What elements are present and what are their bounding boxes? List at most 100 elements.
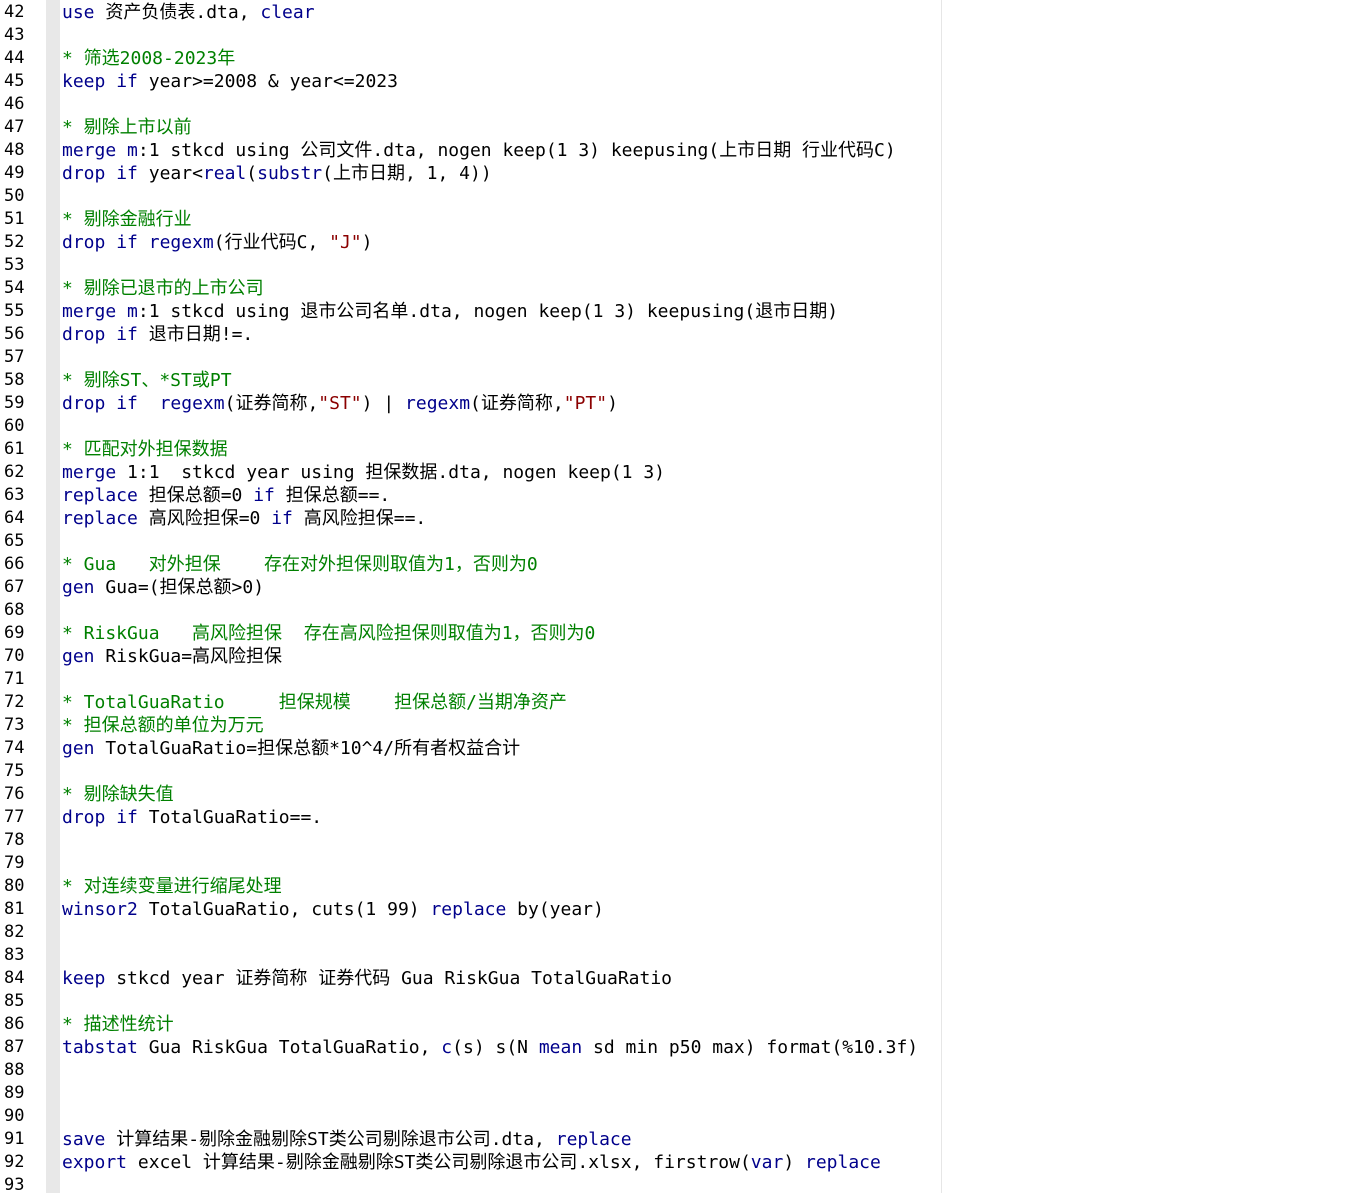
line-number: 57: [4, 347, 25, 367]
code-line[interactable]: 69 * RiskGua 高风险担保 存在高风险担保则取值为1，否则为0: [0, 622, 1362, 645]
keyword-token: if: [271, 508, 293, 529]
comment-token: * Gua 对外担保 存在对外担保则取值为1，否则为0: [62, 554, 538, 575]
code-line[interactable]: 80 * 对连续变量进行缩尾处理: [0, 875, 1362, 898]
line-code: drop if year<real(substr(上市日期, 1, 4)): [62, 162, 492, 185]
line-code: save 计算结果-剔除金融剔除ST类公司剔除退市公司.dta, replace: [62, 1128, 632, 1151]
comment-token: * 对连续变量进行缩尾处理: [62, 876, 282, 897]
line-number: 50: [4, 186, 25, 206]
code-line[interactable]: 87 tabstat Gua RiskGua TotalGuaRatio, c(s…: [0, 1036, 1362, 1059]
code-line[interactable]: 81 winsor2 TotalGuaRatio, cuts(1 99) repl…: [0, 898, 1362, 921]
line-number: 51: [4, 209, 25, 229]
code-line[interactable]: 53: [0, 254, 1362, 277]
code-line[interactable]: 92 export excel 计算结果-剔除金融剔除ST类公司剔除退市公司.xl…: [0, 1151, 1362, 1174]
code-line[interactable]: 84 keep stkcd year 证券简称 证券代码 Gua RiskGua …: [0, 967, 1362, 990]
code-line[interactable]: 55 merge m:1 stkcd using 退市公司名单.dta, noge…: [0, 300, 1362, 323]
text-token: excel 计算结果-剔除金融剔除ST类公司剔除退市公司.xlsx, first…: [127, 1152, 751, 1173]
line-number: 53: [4, 255, 25, 275]
line-number: 83: [4, 945, 25, 965]
line-number: 91: [4, 1129, 25, 1149]
code-line[interactable]: 85: [0, 990, 1362, 1013]
code-line[interactable]: 68: [0, 599, 1362, 622]
code-line[interactable]: 78: [0, 829, 1362, 852]
text-token: (证券简称,: [224, 393, 319, 414]
code-line[interactable]: 86 * 描述性统计: [0, 1013, 1362, 1036]
text-token: 退市日期!=.: [137, 324, 254, 345]
code-line[interactable]: 49 drop if year<real(substr(上市日期, 1, 4)): [0, 162, 1362, 185]
keyword-token: replace: [805, 1152, 881, 1173]
string-token: "J": [329, 232, 362, 253]
code-line[interactable]: 82: [0, 921, 1362, 944]
code-line[interactable]: 89: [0, 1082, 1362, 1105]
code-line[interactable]: 46: [0, 93, 1362, 116]
code-line[interactable]: 56 drop if 退市日期!=.: [0, 323, 1362, 346]
code-line[interactable]: 51 * 剔除金融行业: [0, 208, 1362, 231]
code-line[interactable]: 52 drop if regexm(行业代码C, "J"): [0, 231, 1362, 254]
text-token: ): [783, 1152, 805, 1173]
code-line[interactable]: 72 * TotalGuaRatio 担保规模 担保总额/当期净资产: [0, 691, 1362, 714]
code-line[interactable]: 47 * 剔除上市以前: [0, 116, 1362, 139]
line-code: merge 1:1 stkcd year using 担保数据.dta, nog…: [62, 461, 665, 484]
code-line[interactable]: 44 * 筛选2008-2023年: [0, 47, 1362, 70]
text-token: 高风险担保==.: [292, 508, 427, 529]
line-number: 42: [4, 2, 25, 22]
code-line[interactable]: 61 * 匹配对外担保数据: [0, 438, 1362, 461]
comment-token: * 剔除ST、*ST或PT: [62, 370, 232, 391]
code-line[interactable]: 91 save 计算结果-剔除金融剔除ST类公司剔除退市公司.dta, repla…: [0, 1128, 1362, 1151]
line-number: 73: [4, 715, 25, 735]
code-line[interactable]: 88: [0, 1059, 1362, 1082]
code-line[interactable]: 54 * 剔除已退市的上市公司: [0, 277, 1362, 300]
line-number: 76: [4, 784, 25, 804]
line-number: 72: [4, 692, 25, 712]
code-line[interactable]: 45 keep if year>=2008 & year<=2023: [0, 70, 1362, 93]
code-line[interactable]: 70 gen RiskGua=高风险担保: [0, 645, 1362, 668]
code-line[interactable]: 58 * 剔除ST、*ST或PT: [0, 369, 1362, 392]
keyword-token: drop: [62, 232, 106, 253]
code-line[interactable]: 64 replace 高风险担保=0 if 高风险担保==.: [0, 507, 1362, 530]
code-line[interactable]: 67 gen Gua=(担保总额>0): [0, 576, 1362, 599]
keyword-token: gen: [62, 577, 95, 598]
code-line[interactable]: 59 drop if regexm(证券简称,"ST") | regexm(证券简…: [0, 392, 1362, 415]
code-line[interactable]: 50: [0, 185, 1362, 208]
line-number: 58: [4, 370, 25, 390]
keyword-token: substr: [257, 163, 323, 184]
code-line[interactable]: 77 drop if TotalGuaRatio==.: [0, 806, 1362, 829]
text-token: (行业代码C,: [213, 232, 330, 253]
keyword-token: keep: [62, 71, 106, 92]
text-token: year>=2008 & year<=2023: [137, 71, 398, 92]
code-line[interactable]: 63 replace 担保总额=0 if 担保总额==.: [0, 484, 1362, 507]
line-code: gen RiskGua=高风险担保: [62, 645, 282, 668]
code-line[interactable]: 73 * 担保总额的单位为万元: [0, 714, 1362, 737]
code-line[interactable]: 57: [0, 346, 1362, 369]
line-code: export excel 计算结果-剔除金融剔除ST类公司剔除退市公司.xlsx…: [62, 1151, 881, 1174]
keyword-token: if: [116, 393, 138, 414]
code-line[interactable]: 93: [0, 1174, 1362, 1193]
code-line[interactable]: 43: [0, 24, 1362, 47]
keyword-token: mean: [538, 1037, 583, 1058]
keyword-token: if: [116, 232, 138, 253]
line-code: * 剔除已退市的上市公司: [62, 277, 264, 300]
code-line[interactable]: 60: [0, 415, 1362, 438]
code-line[interactable]: 62 merge 1:1 stkcd year using 担保数据.dta, n…: [0, 461, 1362, 484]
text-token: ): [361, 232, 373, 253]
code-line[interactable]: 76 * 剔除缺失值: [0, 783, 1362, 806]
code-line[interactable]: 65: [0, 530, 1362, 553]
code-line[interactable]: 66 * Gua 对外担保 存在对外担保则取值为1，否则为0: [0, 553, 1362, 576]
string-token: "ST": [318, 393, 362, 414]
code-editor[interactable]: 42 use 资产负债表.dta, clear 43 44 * 筛选2008-2023年…: [0, 0, 1362, 1193]
text-token: 计算结果-剔除金融剔除ST类公司剔除退市公司.dta,: [105, 1129, 556, 1150]
line-number: 80: [4, 876, 25, 896]
code-line[interactable]: 75: [0, 760, 1362, 783]
code-line[interactable]: 79: [0, 852, 1362, 875]
code-line[interactable]: 74 gen TotalGuaRatio=担保总额*10^4/所有者权益合计: [0, 737, 1362, 760]
keyword-token: drop: [62, 807, 106, 828]
line-code: gen TotalGuaRatio=担保总额*10^4/所有者权益合计: [62, 737, 520, 760]
keyword-token: if: [116, 71, 138, 92]
code-line[interactable]: 42 use 资产负债表.dta, clear: [0, 1, 1362, 24]
keyword-token: drop: [62, 163, 106, 184]
code-line[interactable]: 71: [0, 668, 1362, 691]
line-code: drop if TotalGuaRatio==.: [62, 806, 322, 829]
code-line[interactable]: 90: [0, 1105, 1362, 1128]
code-line[interactable]: 48 merge m:1 stkcd using 公司文件.dta, nogen …: [0, 139, 1362, 162]
keyword-token: keep: [62, 968, 106, 989]
code-line[interactable]: 83: [0, 944, 1362, 967]
